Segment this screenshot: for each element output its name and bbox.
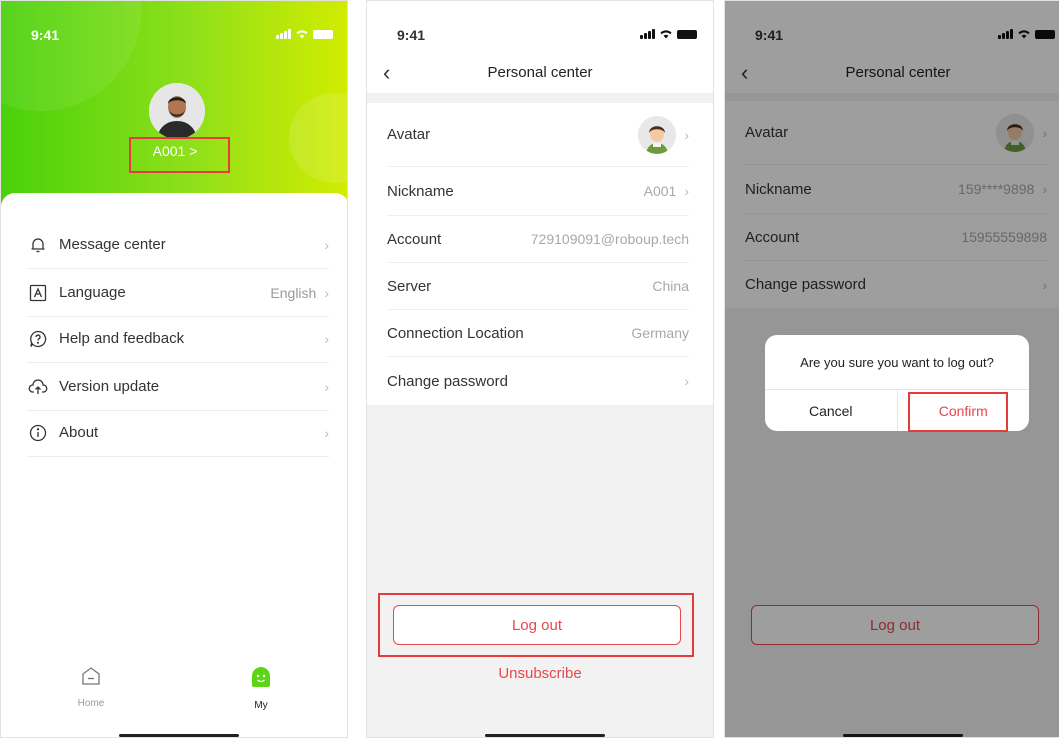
row-change-password[interactable]: Change password › [387, 357, 689, 405]
row-label: Account [387, 230, 442, 248]
tab-home[interactable]: Home [61, 665, 121, 709]
nav-bar: ‹ Personal center [367, 61, 713, 93]
logout-confirm-screen: 9:41 ‹ Personal center Avatar › Nickname… [724, 0, 1059, 738]
my-screen: 9:41 A001 > Message center › Language En… [0, 0, 348, 738]
page-title: Personal center [487, 64, 593, 81]
row-label: Server [387, 277, 432, 295]
chevron-right-icon: › [324, 284, 329, 301]
profile-info-card: Avatar › Nickname A001 › Account 7291090… [367, 103, 713, 405]
avatar [638, 115, 677, 154]
info-icon [27, 422, 49, 444]
cancel-button[interactable]: Cancel [765, 390, 898, 431]
status-bar: 9:41 [1, 1, 347, 61]
tab-bar: Home My [1, 653, 347, 733]
menu-label: Help and feedback [59, 330, 185, 347]
menu-panel: Message center › Language English › Help… [1, 193, 347, 737]
menu-label: Version update [59, 378, 160, 395]
language-icon [27, 282, 49, 304]
battery-icon [313, 30, 333, 39]
user-name: A001 [152, 143, 186, 159]
account-value: 729109091@roboup.tech [530, 231, 689, 247]
wifi-icon [296, 30, 308, 39]
row-label: Change password [387, 372, 508, 390]
cloud-upload-icon [27, 376, 49, 398]
tab-my-label: My [254, 700, 268, 711]
row-avatar[interactable]: Avatar › [387, 103, 689, 167]
personal-center-screen: 9:41 ‹ Personal center Avatar › Nickname… [366, 0, 714, 738]
confirm-highlight [908, 392, 1008, 432]
menu-label: Language [59, 284, 126, 301]
language-value: English [270, 284, 317, 301]
row-label: Connection Location [387, 324, 524, 342]
menu-item-help-feedback[interactable]: Help and feedback › [27, 315, 329, 363]
menu-label: Message center [59, 236, 166, 253]
signal-icon [640, 29, 655, 39]
row-nickname[interactable]: Nickname A001 › [387, 167, 689, 216]
chevron-right-icon: › [324, 330, 329, 347]
chevron-right-icon: › [324, 424, 329, 441]
smiley-icon [252, 667, 270, 687]
nickname-value: A001 [643, 183, 677, 199]
row-server: Server China [387, 263, 689, 310]
chevron-right-icon: › [324, 378, 329, 395]
help-icon [27, 328, 49, 350]
status-time: 9:41 [397, 27, 426, 43]
row-account: Account 729109091@roboup.tech [387, 216, 689, 263]
wifi-icon [660, 30, 672, 39]
signal-icon [276, 29, 291, 39]
row-connection-location: Connection Location Germany [387, 310, 689, 357]
avatar[interactable] [149, 83, 205, 139]
server-value: China [652, 278, 689, 294]
menu-item-version-update[interactable]: Version update › [27, 363, 329, 411]
chevron-right-icon: › [684, 126, 689, 143]
user-name-link[interactable]: A001 > [1, 143, 347, 159]
dialog-message: Are you sure you want to log out? [800, 355, 994, 370]
chevron-right-icon: > [189, 143, 198, 159]
row-label: Nickname [387, 182, 454, 200]
menu-item-language[interactable]: Language English › [27, 269, 329, 317]
home-indicator [485, 734, 605, 737]
logout-button[interactable]: Log out [393, 605, 681, 645]
status-time: 9:41 [31, 27, 60, 43]
chevron-right-icon: › [324, 236, 329, 253]
bell-icon [27, 234, 49, 256]
status-bar: 9:41 [367, 1, 713, 61]
chevron-right-icon: › [684, 183, 689, 199]
unsubscribe-link[interactable]: Unsubscribe [367, 665, 713, 682]
battery-icon [677, 30, 697, 39]
home-icon [82, 667, 100, 685]
tab-home-label: Home [77, 698, 105, 709]
tab-my[interactable]: My [231, 665, 291, 711]
menu-item-about[interactable]: About › [27, 409, 329, 457]
chevron-right-icon: › [684, 373, 689, 389]
home-indicator [119, 734, 239, 737]
menu-label: About [59, 424, 99, 441]
location-value: Germany [631, 325, 689, 341]
menu-item-message-center[interactable]: Message center › [27, 221, 329, 269]
row-label: Avatar [387, 126, 431, 143]
